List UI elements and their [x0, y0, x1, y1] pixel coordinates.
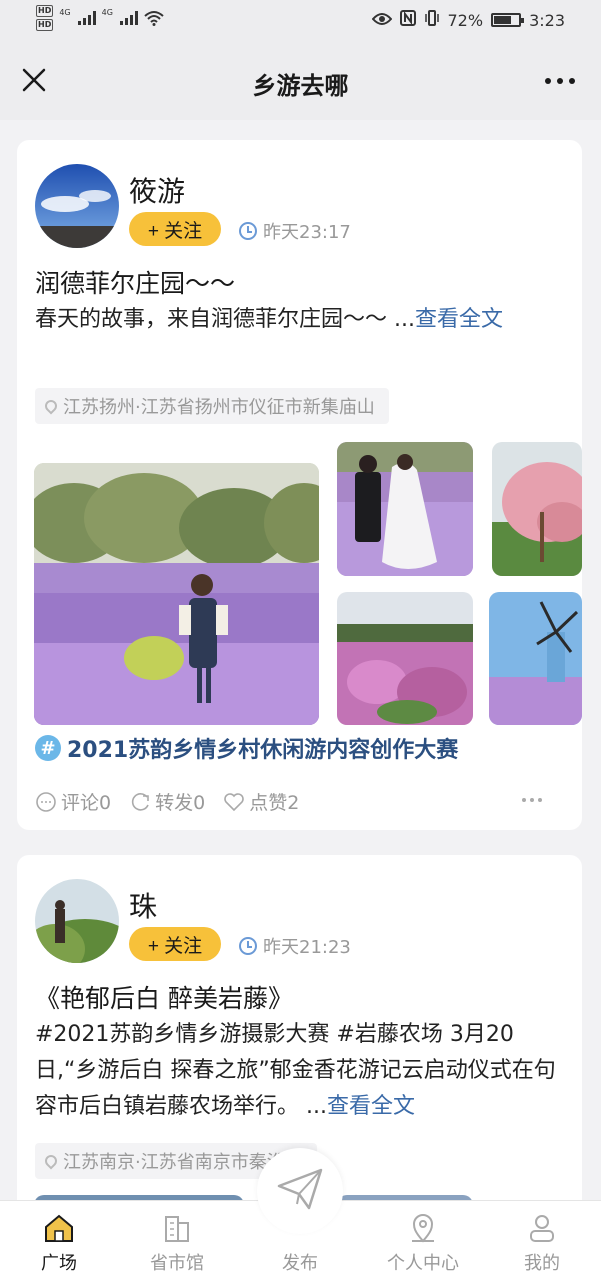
clock-time: 3:23 — [529, 10, 565, 30]
post-time: 昨天21:23 — [239, 933, 351, 959]
status-left: HD HD 4G 4G — [36, 5, 164, 31]
cell-signal-icon — [77, 11, 96, 25]
comment-count: 评论0 — [61, 792, 112, 814]
post-time-text: 昨天23:17 — [263, 222, 351, 243]
post-time: 昨天23:17 — [239, 218, 351, 244]
wifi-icon — [144, 10, 164, 26]
post-card[interactable]: 筱游 + 关注 昨天23:17 润德菲尔庄园〜〜 春天的故事，来自润德菲尔庄园〜… — [17, 140, 582, 830]
clock-icon — [239, 937, 257, 955]
paper-plane-icon — [277, 1168, 323, 1210]
like-count: 点赞2 — [249, 792, 300, 814]
post-title[interactable]: 润德菲尔庄园〜〜 — [35, 264, 235, 300]
read-more-link[interactable]: 查看全文 — [415, 307, 503, 332]
location-pin-icon — [42, 1152, 60, 1170]
nav-item-province[interactable]: 省市馆 — [122, 1211, 232, 1275]
post-photo-flowers[interactable] — [337, 592, 473, 725]
user-icon — [530, 1215, 554, 1242]
hashtag-icon: # — [35, 735, 61, 761]
follow-button[interactable]: + 关注 — [129, 212, 221, 246]
hd-badge: HD — [36, 5, 54, 17]
nav-item-mine[interactable]: 我的 — [487, 1211, 597, 1275]
clock-icon — [239, 222, 257, 240]
battery-percent: 72% — [447, 10, 484, 30]
publish-button[interactable] — [257, 1148, 343, 1234]
share-icon — [131, 792, 149, 811]
cell-signal-icon-2 — [119, 11, 138, 25]
nav-item-square[interactable]: 广场 — [4, 1211, 114, 1275]
post-photo-main[interactable] — [34, 463, 319, 725]
hd-badge-2: HD — [36, 19, 54, 31]
follow-button[interactable]: + 关注 — [129, 927, 221, 961]
status-right: 72% 3:23 — [371, 10, 565, 30]
username[interactable]: 筱游 — [129, 170, 185, 210]
post-photo-windmill[interactable] — [489, 592, 582, 725]
status-bar: HD HD 4G 4G 72% 3:23 — [0, 0, 601, 42]
nav-label: 发布 — [282, 1253, 318, 1274]
like-button[interactable]: 点赞2 — [223, 788, 299, 815]
post-actions: 评论0 转发0 点赞2 — [35, 788, 299, 815]
nav-item-personal-center[interactable]: 个人中心 — [368, 1211, 478, 1275]
post-body-text: 春天的故事，来自润德菲尔庄园〜〜 ... — [35, 307, 415, 332]
app-header: 乡游去哪 — [0, 42, 601, 120]
location-pin-icon — [42, 397, 60, 415]
location-tag[interactable]: 江苏扬州·江苏省扬州市仪征市新集庙山 — [35, 388, 389, 424]
post-body[interactable]: #2021苏韵乡情乡游摄影大赛 #岩藤农场 3月20日,“乡游后白 探春之旅”郁… — [35, 1017, 566, 1125]
post-body[interactable]: 春天的故事，来自润德菲尔庄园〜〜 ...查看全文 — [35, 302, 566, 338]
post-time-text: 昨天21:23 — [263, 937, 351, 958]
signal-label-2: 4G — [101, 7, 113, 17]
vibrate-icon — [424, 10, 440, 30]
battery-icon — [491, 13, 525, 27]
nav-label: 广场 — [41, 1253, 77, 1274]
eye-icon — [371, 11, 392, 30]
home-icon — [45, 1214, 73, 1242]
signal-label: 4G — [59, 7, 71, 17]
nav-label: 省市馆 — [150, 1253, 204, 1274]
username[interactable]: 珠 — [129, 885, 157, 925]
comment-button[interactable]: 评论0 — [35, 788, 111, 815]
share-button[interactable]: 转发0 — [129, 788, 205, 815]
location-pin-icon — [412, 1214, 434, 1243]
topic-tag[interactable]: # 2021苏韵乡情乡村休闲游内容创作大赛 — [35, 732, 458, 764]
avatar[interactable] — [35, 164, 119, 248]
read-more-link[interactable]: 查看全文 — [327, 1094, 415, 1119]
feed[interactable]: 筱游 + 关注 昨天23:17 润德菲尔庄园〜〜 春天的故事，来自润德菲尔庄园〜… — [0, 120, 601, 1200]
post-title[interactable]: 《艳郁后白 醉美岩藤》 — [35, 979, 293, 1015]
share-count: 转发0 — [155, 792, 206, 814]
location-text: 江苏扬州·江苏省扬州市仪征市新集庙山 — [63, 397, 375, 418]
page-title: 乡游去哪 — [252, 72, 349, 100]
topic-text: 2021苏韵乡情乡村休闲游内容创作大赛 — [67, 738, 459, 763]
post-photo-wedding[interactable] — [337, 442, 473, 576]
nav-label: 我的 — [524, 1253, 560, 1274]
post-more-icon[interactable] — [522, 798, 542, 802]
comment-icon — [36, 791, 56, 812]
heart-icon — [224, 792, 244, 811]
post-photo-tree[interactable] — [492, 442, 582, 576]
more-options-icon[interactable] — [545, 78, 575, 84]
post-body-text: #2021苏韵乡情乡游摄影大赛 #岩藤农场 3月20日,“乡游后白 探春之旅”郁… — [35, 1022, 556, 1119]
nfc-icon — [399, 10, 416, 30]
building-icon — [165, 1216, 189, 1242]
nav-label: 个人中心 — [387, 1253, 459, 1274]
avatar[interactable] — [35, 879, 119, 963]
